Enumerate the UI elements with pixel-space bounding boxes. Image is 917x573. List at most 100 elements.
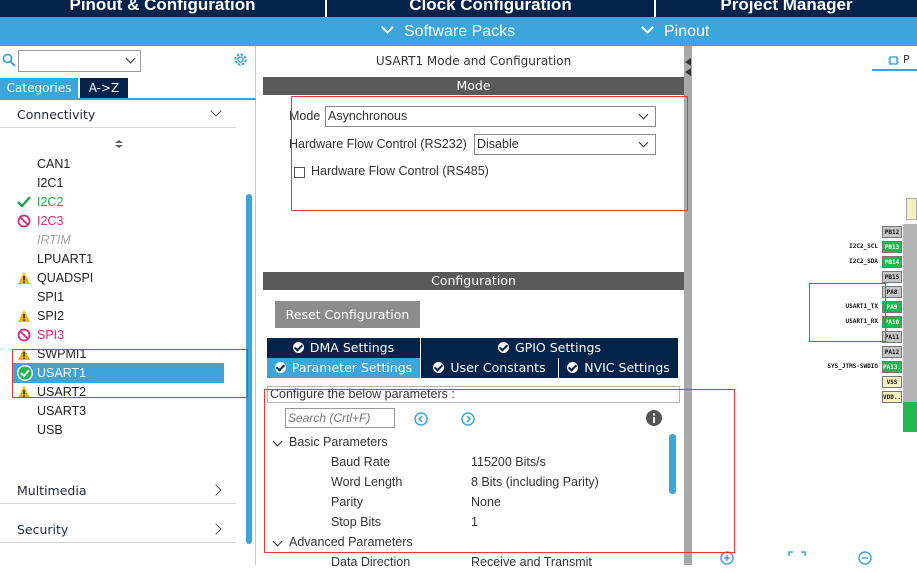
parameter-row[interactable]: Stop Bits 1 — [263, 515, 663, 533]
tab-label: GPIO Settings — [515, 340, 601, 355]
sort-arrows-icon[interactable] — [115, 140, 123, 148]
hw-flow-rs232-label: Hardware Flow Control (RS232) — [289, 137, 467, 151]
chevron-down-icon[interactable] — [272, 536, 283, 547]
pin-signal-label: I2C2_SDA — [849, 258, 878, 265]
pinout-label: Pinout — [664, 23, 710, 40]
peripheral-usart2[interactable]: USART2 — [37, 383, 86, 402]
tab-categories[interactable]: Categories — [0, 78, 78, 98]
pin-pa10[interactable]: PA10 — [882, 316, 902, 328]
blocked-icon — [17, 328, 31, 342]
tab-dma-settings[interactable]: DMA Settings — [267, 338, 420, 358]
peripheral-spi2[interactable]: SPI2 — [37, 307, 64, 326]
section-multimedia[interactable]: Multimedia — [0, 478, 236, 504]
chevron-down-icon — [638, 137, 649, 148]
gear-icon[interactable] — [232, 51, 249, 68]
scrollbar[interactable] — [669, 434, 676, 494]
group-advanced-parameters: Advanced Parameters — [289, 535, 413, 549]
tab-pinout-configuration[interactable]: Pinout & Configuration — [0, 0, 325, 17]
tab-pinout-view[interactable]: P — [872, 51, 917, 71]
peripheral-irtim[interactable]: IRTIM — [37, 231, 71, 250]
peripheral-swpmi1[interactable]: SWPMI1 — [37, 345, 86, 364]
chip-body — [903, 224, 917, 431]
peripheral-i2c2[interactable]: I2C2 — [37, 193, 63, 212]
tab-label: NVIC Settings — [584, 360, 670, 375]
pinout-view-panel: P PB12 PB13 I2C2_SCL PB14 I2C2_SDA PB15 PA8 PA9… — [692, 46, 917, 565]
check-circle-icon — [292, 342, 304, 353]
parameter-row[interactable]: Word Length 8 Bits (including Parity) — [263, 475, 663, 493]
peripheral-i2c3[interactable]: I2C3 — [37, 212, 63, 231]
pin-pa8[interactable]: PA8 — [882, 286, 902, 298]
info-icon[interactable] — [646, 410, 662, 426]
peripheral-spi1[interactable]: SPI1 — [37, 288, 64, 307]
parameter-row[interactable]: Parity None — [263, 495, 663, 513]
warning-icon — [17, 309, 31, 323]
section-connectivity[interactable]: Connectivity — [0, 102, 236, 128]
collapse-arrows-icon[interactable] — [684, 58, 692, 76]
section-security[interactable]: Security — [0, 517, 236, 543]
chip-green-pin — [903, 402, 917, 432]
reset-configuration-button[interactable]: Reset Configuration — [275, 301, 420, 328]
next-icon[interactable] — [461, 412, 475, 426]
warning-icon — [17, 347, 31, 361]
mode-select[interactable]: Asynchronous — [325, 106, 656, 127]
parameter-name: Parity — [331, 495, 363, 509]
check-circle-icon — [16, 364, 33, 381]
hw-flow-rs485-label: Hardware Flow Control (RS485) — [311, 164, 489, 178]
mode-configuration-panel: USART1 Mode and Configuration Mode Mode … — [263, 46, 684, 569]
chevron-down-icon — [641, 21, 654, 34]
pin-pa13[interactable]: PA13.. — [882, 361, 905, 373]
pin-signal-label: I2C2_SCL — [849, 243, 878, 250]
parameter-row[interactable]: Data Direction Receive and Transmit — [263, 555, 663, 573]
peripheral-i2c1[interactable]: I2C1 — [37, 174, 63, 193]
pin-pb15[interactable]: PB15 — [882, 271, 902, 283]
pin-pa9[interactable]: PA9 — [882, 301, 902, 313]
tab-label: P — [903, 53, 910, 66]
previous-icon[interactable] — [414, 412, 428, 426]
parameter-search-input[interactable] — [285, 408, 395, 428]
tab-nvic-settings[interactable]: NVIC Settings — [559, 358, 678, 378]
pin-pa11[interactable]: PA11 — [882, 331, 902, 343]
peripheral-lpuart1[interactable]: LPUART1 — [37, 250, 93, 269]
hw-flow-rs485-checkbox[interactable] — [294, 167, 305, 178]
scrollbar[interactable] — [246, 194, 252, 544]
parameter-value: 115200 Bits/s — [471, 455, 546, 469]
peripheral-spi3[interactable]: SPI3 — [37, 326, 64, 345]
zoom-out-icon[interactable] — [858, 551, 872, 565]
pin-signal-label: SYS_JTMS-SWDIO — [827, 363, 878, 370]
pin-pb12[interactable]: PB12 — [882, 226, 902, 238]
tab-project-manager[interactable]: Project Manager — [656, 0, 917, 17]
panel-splitter[interactable] — [684, 46, 692, 565]
tab-gpio-settings[interactable]: GPIO Settings — [421, 338, 678, 358]
pin-pa12[interactable]: PA12 — [882, 346, 902, 358]
chevron-down-icon — [381, 21, 394, 34]
parameter-name: Stop Bits — [331, 515, 382, 529]
tab-clock-configuration[interactable]: Clock Configuration — [327, 0, 654, 17]
tab-user-constants[interactable]: User Constants — [421, 358, 558, 378]
pin-pb13[interactable]: PB13 — [882, 241, 902, 253]
fit-screen-icon[interactable] — [788, 551, 806, 565]
peripheral-usart3[interactable]: USART3 — [37, 402, 86, 421]
peripheral-usb[interactable]: USB — [37, 421, 63, 440]
search-input[interactable] — [18, 50, 141, 72]
software-packs-menu[interactable]: Software Packs — [381, 21, 515, 43]
configuration-header: Configuration — [263, 272, 684, 290]
configure-hint: Configure the below parameters : — [267, 386, 680, 403]
chevron-down-icon[interactable] — [272, 436, 283, 447]
parameter-value: None — [471, 495, 501, 509]
peripheral-can1[interactable]: CAN1 — [37, 155, 70, 174]
zoom-in-icon[interactable] — [720, 551, 734, 565]
pin-pb14[interactable]: PB14 — [882, 256, 902, 268]
chevron-right-icon — [210, 523, 222, 535]
pinout-menu[interactable]: Pinout — [641, 21, 710, 43]
parameter-row[interactable]: Baud Rate 115200 Bits/s — [263, 455, 663, 473]
search-icon[interactable] — [2, 53, 16, 67]
chip-icon — [888, 56, 899, 65]
pin-vdd[interactable]: VDD.. — [882, 391, 902, 403]
peripheral-usart1[interactable]: USART1 — [37, 364, 86, 383]
peripheral-quadspi[interactable]: QUADSPI — [37, 269, 93, 288]
left-panel: Categories A->Z Connectivity CAN1 I2C1 I2C… — [0, 46, 256, 565]
hw-flow-rs232-select[interactable]: Disable — [474, 134, 656, 155]
pin-vss[interactable]: VSS — [882, 376, 902, 388]
tab-a-z[interactable]: A->Z — [80, 78, 128, 98]
tab-parameter-settings[interactable]: Parameter Settings — [267, 358, 420, 378]
